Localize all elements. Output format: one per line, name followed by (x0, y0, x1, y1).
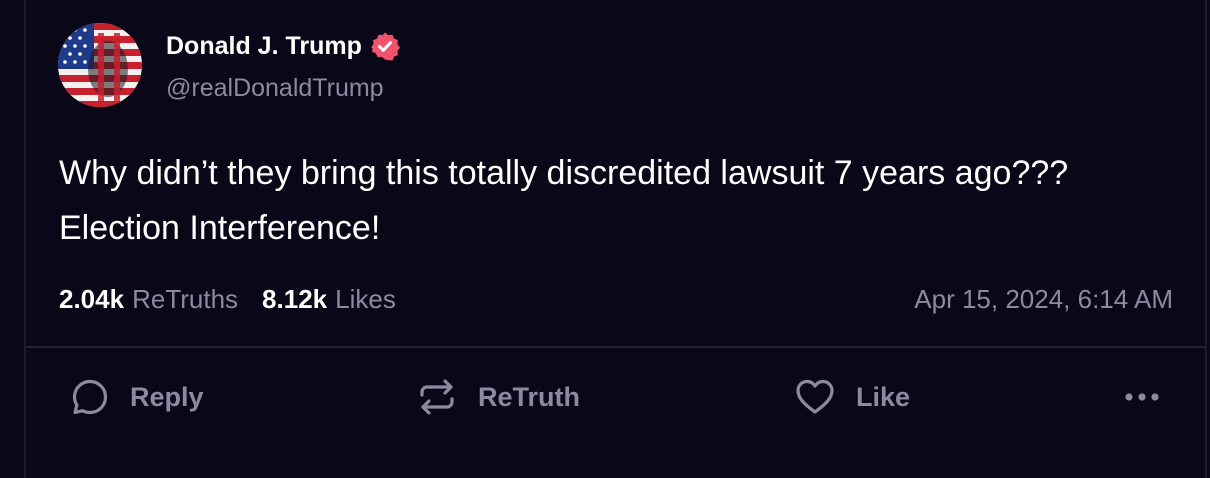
likes-label[interactable]: Likes (335, 284, 396, 315)
retruth-label: ReTruth (478, 381, 581, 412)
reply-icon (70, 377, 110, 417)
post-timestamp: Apr 15, 2024, 6:14 AM (914, 284, 1173, 314)
author-name[interactable]: Donald J. Trump (166, 32, 362, 61)
author-name-row[interactable]: Donald J. Trump (166, 31, 400, 61)
verified-badge-icon (370, 31, 400, 61)
avatar[interactable] (58, 23, 142, 107)
like-button[interactable]: Like (794, 375, 910, 419)
reply-button[interactable]: Reply (70, 375, 204, 419)
retruth-button[interactable]: ReTruth (416, 375, 580, 419)
heart-icon (794, 376, 836, 418)
retruths-label[interactable]: ReTruths (132, 284, 238, 315)
card-right-border (1205, 0, 1207, 478)
reply-label: Reply (130, 381, 204, 412)
retruths-count[interactable]: 2.04k (59, 284, 124, 315)
retruth-icon (416, 376, 458, 418)
like-label: Like (856, 381, 911, 412)
likes-count[interactable]: 8.12k (262, 284, 327, 315)
post-card: Donald J. Trump @realDonaldTrump Why did… (0, 0, 1210, 478)
post-stats: 2.04k ReTruths 8.12k Likes (59, 284, 396, 315)
more-icon (1120, 375, 1164, 419)
more-options-button[interactable] (1120, 375, 1164, 419)
post-text: Why didn’t they bring this totally discr… (59, 154, 1069, 247)
actions-divider (26, 346, 1205, 348)
card-left-border (24, 0, 26, 478)
avatar-flag-image (58, 23, 142, 107)
author-handle[interactable]: @realDonaldTrump (166, 74, 384, 103)
